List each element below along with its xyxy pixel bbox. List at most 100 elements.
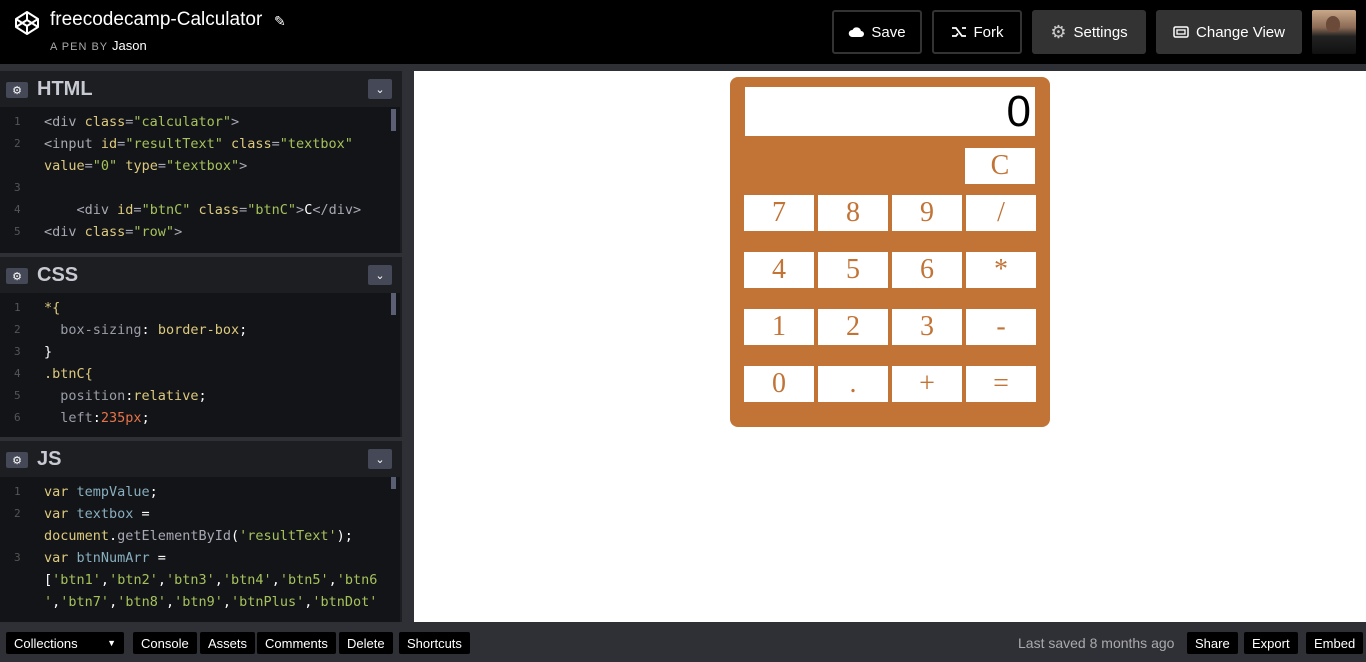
calc-key[interactable]: 3 (892, 309, 962, 345)
code-line[interactable]: 3 (0, 177, 400, 199)
author-link[interactable]: Jason (112, 38, 147, 53)
pen-title[interactable]: freecodecamp-Calculator (50, 9, 262, 31)
code-token: 'btn9' (174, 594, 223, 610)
user-avatar[interactable] (1312, 10, 1356, 54)
calc-key[interactable]: 7 (744, 195, 814, 231)
code-token: 235px (100, 410, 142, 426)
css-collapse-chevron-icon[interactable]: ⌄ (368, 265, 392, 285)
line-number: 4 (14, 203, 21, 216)
html-code-area[interactable]: 1 <div class="calculator"> 2 <input id="res… (0, 107, 400, 253)
code-line[interactable]: 1 <div class="calculator"> (0, 111, 400, 133)
code-line[interactable]: 3 var btnNumArr = (0, 547, 400, 569)
calc-key[interactable]: 6 (892, 252, 962, 288)
code-token: box-sizing (44, 322, 142, 338)
code-line[interactable]: value="0" type="textbox"> (0, 155, 400, 177)
code-token: . (109, 528, 118, 544)
css-code-area[interactable]: 1 *{2 box-sizing: border-box; 3} 4 .btnC{5 p… (0, 293, 400, 437)
code-token: > (230, 114, 240, 130)
code-line[interactable]: 2 <input id="resultText" class="textbox" (0, 133, 400, 155)
clear-button[interactable]: C (965, 148, 1035, 184)
share-button[interactable]: Share (1187, 632, 1238, 654)
code-text: position:relative; (44, 385, 206, 407)
code-text: <input id="resultText" class="textbox" (44, 133, 353, 155)
html-settings-gear-icon[interactable]: ⚙ (6, 82, 28, 98)
assets-button[interactable]: Assets (200, 632, 256, 654)
gear-icon: ⚙ (1050, 21, 1067, 42)
calc-key[interactable]: + (892, 366, 962, 402)
fork-button[interactable]: Fork (932, 10, 1022, 54)
code-text: document.getElementById('resultText'); (44, 525, 353, 547)
codepen-logo-icon[interactable] (14, 10, 40, 36)
calc-key[interactable]: = (966, 366, 1036, 402)
code-token: 'btn2' (109, 572, 158, 588)
code-token: , (157, 572, 166, 588)
console-button[interactable]: Console (133, 632, 197, 654)
css-editor: ⚙ CSS ⌄ 1 *{2 box-sizing: border-box; 3} 4.… (0, 257, 400, 437)
pencil-icon[interactable]: ✎ (274, 13, 286, 30)
calc-key[interactable]: / (966, 195, 1036, 231)
js-code-area[interactable]: 1 var tempValue; 2 var textbox = document.ge… (0, 477, 400, 622)
embed-button[interactable]: Embed (1306, 632, 1364, 654)
code-line[interactable]: 5 position:relative; (0, 385, 400, 407)
calc-key[interactable]: 1 (744, 309, 814, 345)
collections-dropdown[interactable]: Collections ▼ (6, 632, 124, 654)
code-token: <div (44, 114, 85, 130)
html-collapse-chevron-icon[interactable]: ⌄ (368, 79, 392, 99)
code-text: ['btn1','btn2','btn3','btn4','btn5','btn… (44, 569, 377, 591)
code-token: , (109, 594, 118, 610)
css-settings-gear-icon[interactable]: ⚙ (6, 268, 28, 284)
code-line[interactable]: document.getElementById('resultText'); (0, 525, 400, 547)
calc-key[interactable]: 0 (744, 366, 814, 402)
preview-resizer[interactable] (402, 71, 414, 622)
code-line[interactable]: 3} (0, 341, 400, 363)
code-line[interactable]: 1 var tempValue; (0, 481, 400, 503)
calc-key[interactable]: 8 (818, 195, 888, 231)
calc-key[interactable]: . (818, 366, 888, 402)
shortcuts-button[interactable]: Shortcuts (399, 632, 470, 654)
delete-button[interactable]: Delete (339, 632, 393, 654)
export-button[interactable]: Export (1244, 632, 1298, 654)
code-text: .btnC{ (44, 363, 93, 385)
top-header: freecodecamp-Calculator ✎ A PEN BY Jason… (0, 0, 1366, 64)
save-label: Save (871, 23, 906, 41)
editors-column: ⚙ HTML ⌄ 1 <div class="calculator"> 2 <inpu… (0, 71, 402, 622)
save-button[interactable]: Save (832, 10, 922, 54)
code-token: ; (149, 484, 158, 500)
code-text: ','btn7','btn8','btn9','btnPlus','btnDot… (44, 591, 377, 613)
js-collapse-chevron-icon[interactable]: ⌄ (368, 449, 392, 469)
line-number: 4 (14, 367, 21, 380)
code-line[interactable]: 5 <div class="row"> (0, 221, 400, 243)
code-token: 'btn4' (222, 572, 272, 588)
js-editor-title: JS (37, 448, 62, 470)
code-token: } (44, 344, 53, 360)
settings-button[interactable]: ⚙ Settings (1032, 10, 1146, 54)
calc-key[interactable]: 2 (818, 309, 888, 345)
code-line[interactable]: 1 *{ (0, 297, 400, 319)
calculator-display[interactable]: 0 (745, 87, 1035, 136)
comments-button[interactable]: Comments (257, 632, 336, 654)
code-text: var tempValue; (44, 481, 158, 503)
calc-key[interactable]: - (966, 309, 1036, 345)
code-token: , (100, 572, 110, 588)
calc-key[interactable]: 5 (818, 252, 888, 288)
code-line[interactable]: 2 var textbox = (0, 503, 400, 525)
calc-key[interactable]: 9 (892, 195, 962, 231)
code-line[interactable]: 2 box-sizing: border-box; (0, 319, 400, 341)
js-settings-gear-icon[interactable]: ⚙ (6, 452, 28, 468)
code-token: ' (44, 594, 53, 610)
code-token: 'btn1' (52, 572, 101, 588)
code-line[interactable]: 6 left:235px; (0, 407, 400, 429)
change-view-button[interactable]: Change View (1156, 10, 1302, 54)
code-line[interactable]: 4 .btnC{ (0, 363, 400, 385)
code-line[interactable]: 4 <div id="btnC" class="btnC">C</div> (0, 199, 400, 221)
calc-key[interactable]: 4 (744, 252, 814, 288)
code-line[interactable]: ['btn1','btn2','btn3','btn4','btn5','btn… (0, 569, 400, 591)
code-line[interactable]: ','btn7','btn8','btn9','btnPlus','btnDot… (0, 591, 400, 613)
calc-key[interactable]: * (966, 252, 1036, 288)
css-editor-header: ⚙ CSS ⌄ (0, 257, 400, 293)
line-number: 2 (14, 323, 21, 336)
code-token: [ (44, 572, 53, 588)
code-token: , (271, 572, 280, 588)
code-token: 'btn6 (336, 572, 378, 588)
